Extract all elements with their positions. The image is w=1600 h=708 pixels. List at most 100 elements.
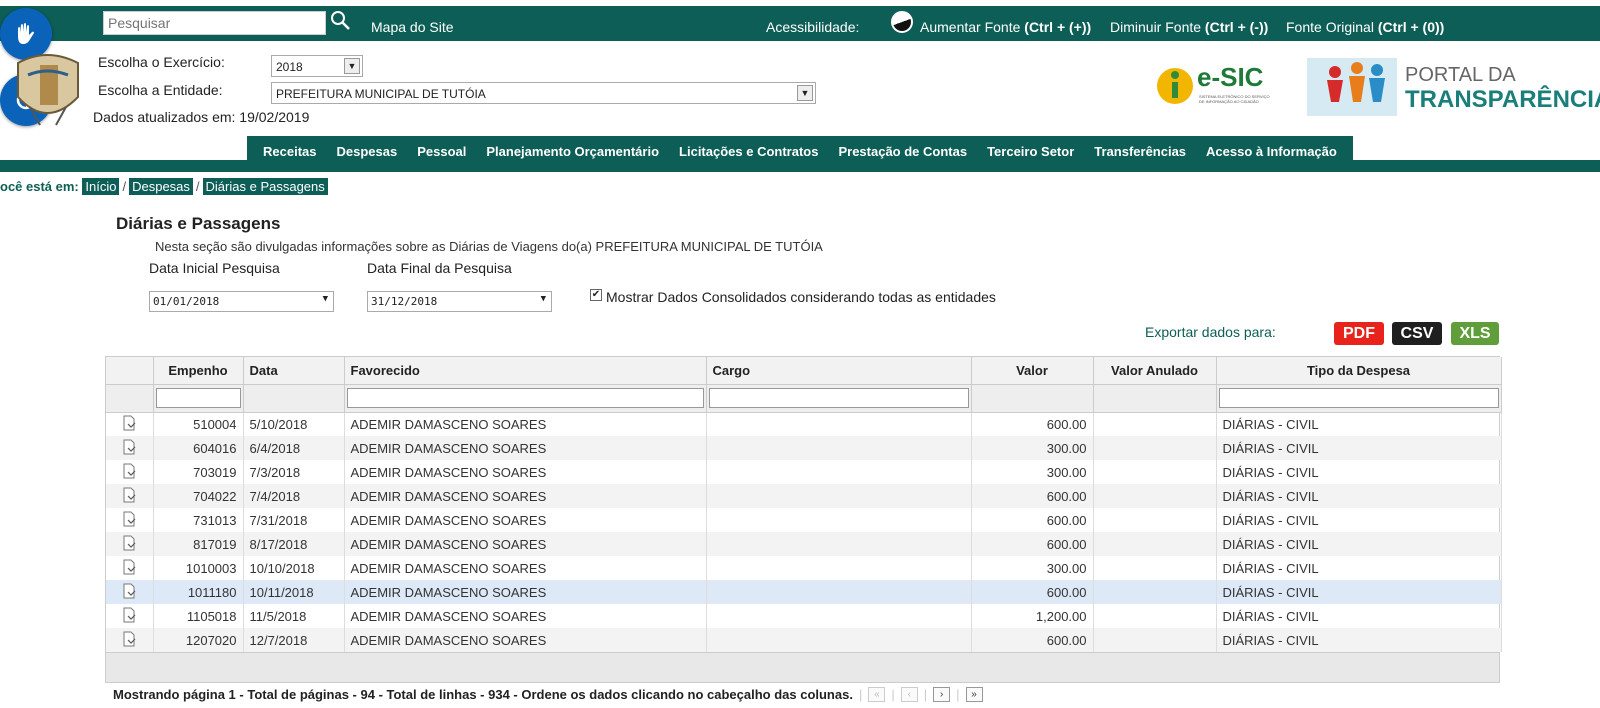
column-header-tipo-despesa[interactable]: Tipo da Despesa	[1216, 357, 1502, 385]
cell-data: 10/10/2018	[243, 556, 345, 580]
cell-empenho: 704022	[153, 484, 244, 508]
table-row[interactable]: 731013 7/31/2018 ADEMIR DAMASCENO SOARES 60…	[106, 508, 1502, 532]
entity-label: Escolha a Entidade:	[98, 82, 223, 98]
cell-valor-anulado	[1093, 628, 1217, 652]
esic-logo[interactable]: e-SIC SISTEMA ELETRÔNICO DO SERVIÇO DE I…	[1155, 58, 1275, 110]
column-header-cargo[interactable]: Cargo	[706, 357, 972, 385]
cell-cargo	[706, 628, 972, 652]
export-pdf-button[interactable]: PDF	[1334, 322, 1384, 345]
filter-cargo-input[interactable]	[708, 388, 969, 408]
export-csv-button[interactable]: CSV	[1392, 322, 1442, 345]
search-icon[interactable]	[330, 10, 354, 34]
document-detail-icon[interactable]	[121, 463, 137, 482]
original-font-label: Fonte Original	[1286, 19, 1374, 35]
cell-valor-anulado	[1093, 556, 1217, 580]
table-row[interactable]: 604016 6/4/2018 ADEMIR DAMASCENO SOARES 300…	[106, 436, 1502, 460]
chevron-down-icon: ▼	[344, 58, 360, 74]
cell-favorecido: ADEMIR DAMASCENO SOARES	[344, 508, 707, 532]
filter-cell	[971, 384, 1094, 413]
cell-valor-anulado	[1093, 508, 1217, 532]
pager-text: Mostrando página 1 - Total de páginas - …	[113, 687, 853, 702]
column-header-valor-anulado[interactable]: Valor Anulado	[1093, 357, 1217, 385]
document-detail-icon[interactable]	[121, 631, 137, 650]
table-row[interactable]: 1207020 12/7/2018 ADEMIR DAMASCENO SOARES 6…	[106, 628, 1502, 652]
row-icon-cell	[106, 484, 154, 508]
exercise-value: 2018	[276, 60, 303, 74]
table-row[interactable]: 1105018 11/5/2018 ADEMIR DAMASCENO SOARES 1…	[106, 604, 1502, 628]
caret-down-icon: ▼	[322, 294, 328, 304]
breadcrumb-diarias[interactable]: Diárias e Passagens	[202, 178, 328, 195]
cell-data: 12/7/2018	[243, 628, 345, 652]
filter-tipo-despesa-input[interactable]	[1218, 388, 1499, 408]
table-row[interactable]: 817019 8/17/2018 ADEMIR DAMASCENO SOARES 60…	[106, 532, 1502, 556]
filter-favorecido-input[interactable]	[346, 388, 704, 408]
document-detail-icon[interactable]	[121, 415, 137, 434]
next-page-icon[interactable]: ›	[933, 687, 951, 702]
nav-item-pessoal[interactable]: Pessoal	[407, 136, 476, 166]
cell-favorecido: ADEMIR DAMASCENO SOARES	[344, 484, 707, 508]
table-row[interactable]: 704022 7/4/2018 ADEMIR DAMASCENO SOARES 600…	[106, 484, 1502, 508]
original-font-link[interactable]: Fonte Original (Ctrl + (0))	[1286, 19, 1444, 35]
table-row[interactable]: 510004 5/10/2018 ADEMIR DAMASCENO SOARES 60…	[106, 412, 1502, 436]
cell-data: 5/10/2018	[243, 412, 345, 436]
portal-transparencia-logo[interactable]: PORTAL DA TRANSPARÊNCIA	[1305, 56, 1600, 118]
contrast-toggle-icon[interactable]	[891, 11, 913, 33]
main-nav: Receitas Despesas Pessoal Planejamento O…	[247, 136, 1353, 166]
cell-data: 6/4/2018	[243, 436, 345, 460]
first-page-icon[interactable]: «	[868, 687, 886, 702]
document-detail-icon[interactable]	[121, 535, 137, 554]
cell-data: 11/5/2018	[243, 604, 345, 628]
consolidated-label: Mostrar Dados Consolidados considerando …	[606, 289, 996, 305]
cell-valor: 300.00	[971, 436, 1094, 460]
increase-font-link[interactable]: Aumentar Fonte (Ctrl + (+))	[920, 19, 1091, 35]
table-row[interactable]: 703019 7/3/2018 ADEMIR DAMASCENO SOARES 300…	[106, 460, 1502, 484]
document-detail-icon[interactable]	[121, 607, 137, 626]
breadcrumb-inicio[interactable]: Início	[82, 178, 120, 195]
column-header-empenho[interactable]: Empenho	[153, 357, 244, 385]
column-header-favorecido[interactable]: Favorecido	[344, 357, 707, 385]
breadcrumb-despesas[interactable]: Despesas	[129, 178, 193, 195]
breadcrumb: ocê está em: Início / Despesas / Diárias e P…	[0, 178, 328, 195]
cell-tipo-despesa: DIÁRIAS - CIVIL	[1216, 484, 1502, 508]
nav-item-despesas[interactable]: Despesas	[326, 136, 407, 166]
sitemap-link[interactable]: Mapa do Site	[371, 19, 454, 35]
filter-cell	[344, 384, 707, 413]
row-icon-cell	[106, 436, 154, 460]
export-xls-button[interactable]: XLS	[1451, 322, 1499, 345]
nav-item-planejamento[interactable]: Planejamento Orçamentário	[476, 136, 669, 166]
document-detail-icon[interactable]	[121, 559, 137, 578]
nav-item-acesso-informacao[interactable]: Acesso à Informação	[1196, 136, 1347, 166]
prev-page-icon[interactable]: ‹	[900, 687, 918, 702]
nav-item-receitas[interactable]: Receitas	[253, 136, 326, 166]
exercise-select[interactable]: 2018 ▼	[271, 55, 363, 77]
cell-empenho: 1010003	[153, 556, 244, 580]
consolidated-checkbox[interactable]: ✔	[590, 289, 602, 301]
nav-item-terceiro-setor[interactable]: Terceiro Setor	[977, 136, 1084, 166]
filter-cell	[1216, 384, 1502, 413]
start-date-select[interactable]: 01/01/2018 ▼	[149, 291, 334, 312]
document-detail-icon[interactable]	[121, 511, 137, 530]
cell-tipo-despesa: DIÁRIAS - CIVIL	[1216, 604, 1502, 628]
document-detail-icon[interactable]	[121, 583, 137, 602]
search-input[interactable]	[103, 11, 326, 35]
nav-item-prestacao[interactable]: Prestação de Contas	[828, 136, 977, 166]
row-icon-cell	[106, 532, 154, 556]
decrease-font-link[interactable]: Diminuir Fonte (Ctrl + (-))	[1110, 19, 1268, 35]
last-page-icon[interactable]: »	[965, 687, 983, 702]
cell-favorecido: ADEMIR DAMASCENO SOARES	[344, 628, 707, 652]
filter-empenho-input[interactable]	[155, 388, 241, 408]
cell-favorecido: ADEMIR DAMASCENO SOARES	[344, 436, 707, 460]
end-date-select[interactable]: 31/12/2018 ▼	[367, 291, 552, 312]
document-detail-icon[interactable]	[121, 487, 137, 506]
entity-value: PREFEITURA MUNICIPAL DE TUTÓIA	[276, 87, 486, 101]
table-row[interactable]: 1011180 10/11/2018 ADEMIR DAMASCENO SOARES…	[106, 580, 1502, 604]
original-font-shortcut: (Ctrl + (0))	[1377, 19, 1445, 35]
nav-item-licitacoes[interactable]: Licitações e Contratos	[669, 136, 828, 166]
entity-select[interactable]: PREFEITURA MUNICIPAL DE TUTÓIA ▼	[271, 82, 816, 104]
table-row[interactable]: 1010003 10/10/2018 ADEMIR DAMASCENO SOARES…	[106, 556, 1502, 580]
column-header-valor[interactable]: Valor	[971, 357, 1094, 385]
grid-body: 510004 5/10/2018 ADEMIR DAMASCENO SOARES 60…	[106, 412, 1502, 652]
column-header-data[interactable]: Data	[243, 357, 345, 385]
document-detail-icon[interactable]	[121, 439, 137, 458]
nav-item-transferencias[interactable]: Transferências	[1084, 136, 1196, 166]
